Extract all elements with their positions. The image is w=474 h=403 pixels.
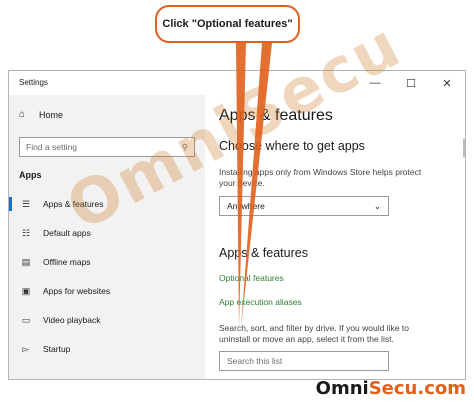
window-title: Settings xyxy=(19,78,48,87)
default-apps-icon: ☷ xyxy=(21,227,31,238)
sidebar-item-offline-maps[interactable]: ▤ Offline maps xyxy=(9,251,205,273)
brand-part-2: Secu.com xyxy=(368,378,466,399)
apps-features-heading: Apps & features xyxy=(219,246,308,260)
map-icon: ▤ xyxy=(21,256,31,267)
video-icon: ▭ xyxy=(21,314,31,325)
callout-text: Click "Optional features" xyxy=(162,18,293,30)
home-nav-item[interactable]: ⌂ Home xyxy=(19,109,63,120)
brand-part-1: Omni xyxy=(315,378,369,399)
app-execution-aliases-link[interactable]: App execution aliases xyxy=(219,297,302,307)
choose-description: Installing apps only from Windows Store … xyxy=(219,167,422,188)
scrollbar[interactable] xyxy=(463,139,465,157)
search-description: Search, sort, and filter by drive. If yo… xyxy=(219,323,409,344)
app-source-dropdown[interactable]: Anywhere ⌄ xyxy=(219,196,389,216)
sidebar-item-label: Offline maps xyxy=(43,257,91,267)
optional-features-link[interactable]: Optional features xyxy=(219,273,284,283)
list-icon: ☰ xyxy=(21,198,31,209)
sidebar-item-apps-for-websites[interactable]: ▣ Apps for websites xyxy=(9,280,205,302)
find-setting-placeholder: Find a setting xyxy=(26,142,78,152)
web-icon: ▣ xyxy=(21,285,31,296)
active-indicator xyxy=(9,197,12,211)
instruction-callout: Click "Optional features" xyxy=(155,5,300,43)
sidebar-item-startup[interactable]: ▻ Startup xyxy=(9,338,205,360)
sidebar-item-label: Apps for websites xyxy=(43,286,111,296)
sidebar-item-label: Video playback xyxy=(43,315,101,325)
dropdown-value: Anywhere xyxy=(227,201,265,211)
close-button[interactable]: ✕ xyxy=(429,71,465,95)
startup-icon: ▻ xyxy=(22,343,30,354)
sidebar-item-label: Startup xyxy=(43,344,71,354)
sidebar-item-video-playback[interactable]: ▭ Video playback xyxy=(9,309,205,331)
home-icon: ⌂ xyxy=(19,109,26,120)
chevron-down-icon: ⌄ xyxy=(373,200,381,211)
home-label: Home xyxy=(39,109,64,120)
brand-logo: OmniSecu.com xyxy=(316,378,466,399)
search-list-input[interactable]: Search this list xyxy=(219,351,389,371)
apps-section-label: Apps xyxy=(19,170,42,180)
search-list-placeholder: Search this list xyxy=(227,356,283,366)
